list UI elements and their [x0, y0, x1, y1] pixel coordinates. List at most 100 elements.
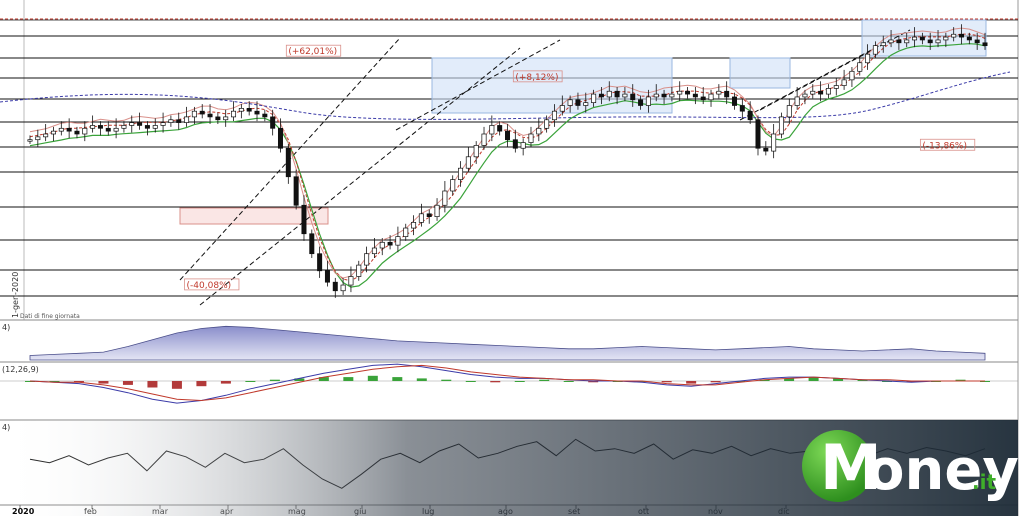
data-note: Dati di fine giornata	[20, 313, 80, 320]
candle-body	[935, 39, 941, 44]
candle-body	[364, 253, 370, 266]
candle-body	[246, 107, 252, 112]
chart-canvas: (+62,01%) (+8,12%) (-40,08%) (-13,86%) 4) (…	[0, 0, 1019, 516]
candle-body	[825, 88, 831, 95]
macd-histogram-bar	[514, 381, 525, 382]
macd-histogram-bar	[416, 378, 427, 381]
candle-body	[708, 93, 714, 101]
candle-body	[904, 39, 910, 44]
candle-body	[82, 127, 88, 135]
macd-histogram-bar	[465, 381, 476, 382]
candle-body	[121, 125, 127, 129]
macd-histogram-bar	[98, 381, 109, 384]
candle-body	[442, 190, 448, 206]
candle-body	[465, 156, 471, 169]
candle-body	[802, 93, 808, 98]
macd-histogram-bar	[490, 381, 501, 383]
macd-histogram-bar	[147, 381, 158, 388]
candle-body	[223, 116, 229, 121]
candle-body	[403, 227, 409, 237]
macd-histogram-bar	[710, 381, 721, 383]
candle-body	[324, 270, 330, 283]
candle-body	[270, 116, 276, 129]
candle-body	[732, 96, 738, 106]
candle-body	[238, 107, 244, 112]
candle-body	[880, 42, 886, 46]
candle-body	[583, 102, 589, 106]
candle-body	[716, 90, 722, 95]
macd-histogram-bar	[122, 381, 133, 385]
candle-body	[536, 127, 542, 135]
candle-body	[473, 145, 479, 158]
candle-body	[778, 116, 784, 135]
logo-suffix: .it	[972, 470, 996, 494]
candle-body	[739, 105, 745, 112]
candle-body	[199, 110, 205, 115]
candle-body	[58, 127, 64, 132]
candle-body	[489, 125, 495, 135]
change-annotation: (+8,12%)	[515, 73, 558, 83]
candle-body	[943, 36, 949, 41]
chart-stage: (+62,01%) (+8,12%) (-40,08%) (-13,86%) 4) (…	[0, 0, 1024, 516]
candle-body	[97, 125, 103, 129]
macd-histogram-bar	[269, 379, 280, 381]
candle-body	[66, 127, 72, 132]
candle-body	[912, 36, 918, 41]
candle-body	[426, 213, 432, 218]
change-annotation: (-40,08%)	[187, 281, 232, 291]
candle-body	[379, 241, 385, 249]
candle-body	[450, 179, 456, 192]
macd-histogram-bar	[563, 381, 574, 382]
candle-body	[919, 36, 925, 41]
macd-histogram-bar	[367, 375, 378, 381]
brand-logo: M oney .it	[802, 430, 1019, 504]
candle-body	[160, 122, 166, 126]
candle-body	[152, 125, 158, 129]
candle-body	[144, 125, 150, 129]
macd-histogram-bar	[539, 379, 550, 381]
candle-body	[340, 284, 346, 292]
candle-body	[207, 113, 213, 118]
macd-panel-label: (12,26,9)	[2, 365, 39, 374]
candle-body	[434, 204, 440, 217]
candle-body	[755, 119, 761, 149]
candle-body	[833, 85, 839, 89]
macd-histogram-bar	[441, 379, 452, 381]
candle-body	[35, 136, 41, 141]
candle-body	[692, 93, 698, 98]
macd-histogram-bar	[245, 381, 256, 382]
macd-panel	[0, 363, 1018, 404]
candle-body	[677, 90, 683, 95]
candle-body	[551, 110, 557, 121]
macd-histogram-bar	[686, 381, 697, 384]
candle-body	[348, 276, 354, 286]
candle-body	[356, 264, 362, 277]
consolidation-box	[431, 57, 673, 114]
candle-body	[497, 125, 503, 132]
change-annotation: (+62,01%)	[288, 47, 337, 57]
candle-body	[951, 33, 957, 38]
candle-body	[747, 110, 753, 121]
candle-body	[90, 125, 96, 129]
candle-body	[763, 147, 769, 152]
candle-body	[645, 96, 651, 106]
macd-histogram-bar	[196, 381, 207, 387]
candle-body	[865, 53, 871, 64]
macd-histogram-bar	[392, 377, 403, 381]
candle-body	[653, 93, 659, 98]
candle-body	[105, 127, 111, 132]
candle-body	[395, 236, 401, 246]
change-annotation: (-13,86%)	[922, 141, 967, 151]
candle-body	[309, 233, 315, 255]
candle-body	[614, 90, 620, 98]
macd-histogram-bar	[343, 377, 354, 381]
candle-body	[520, 142, 526, 149]
candle-body	[974, 39, 980, 44]
candle-body	[481, 133, 487, 146]
candle-body	[857, 62, 863, 72]
candle-body	[771, 133, 777, 152]
candle-body	[841, 79, 847, 86]
volume-panel	[29, 325, 986, 361]
candle-body	[332, 281, 338, 292]
candle-body	[411, 222, 417, 229]
